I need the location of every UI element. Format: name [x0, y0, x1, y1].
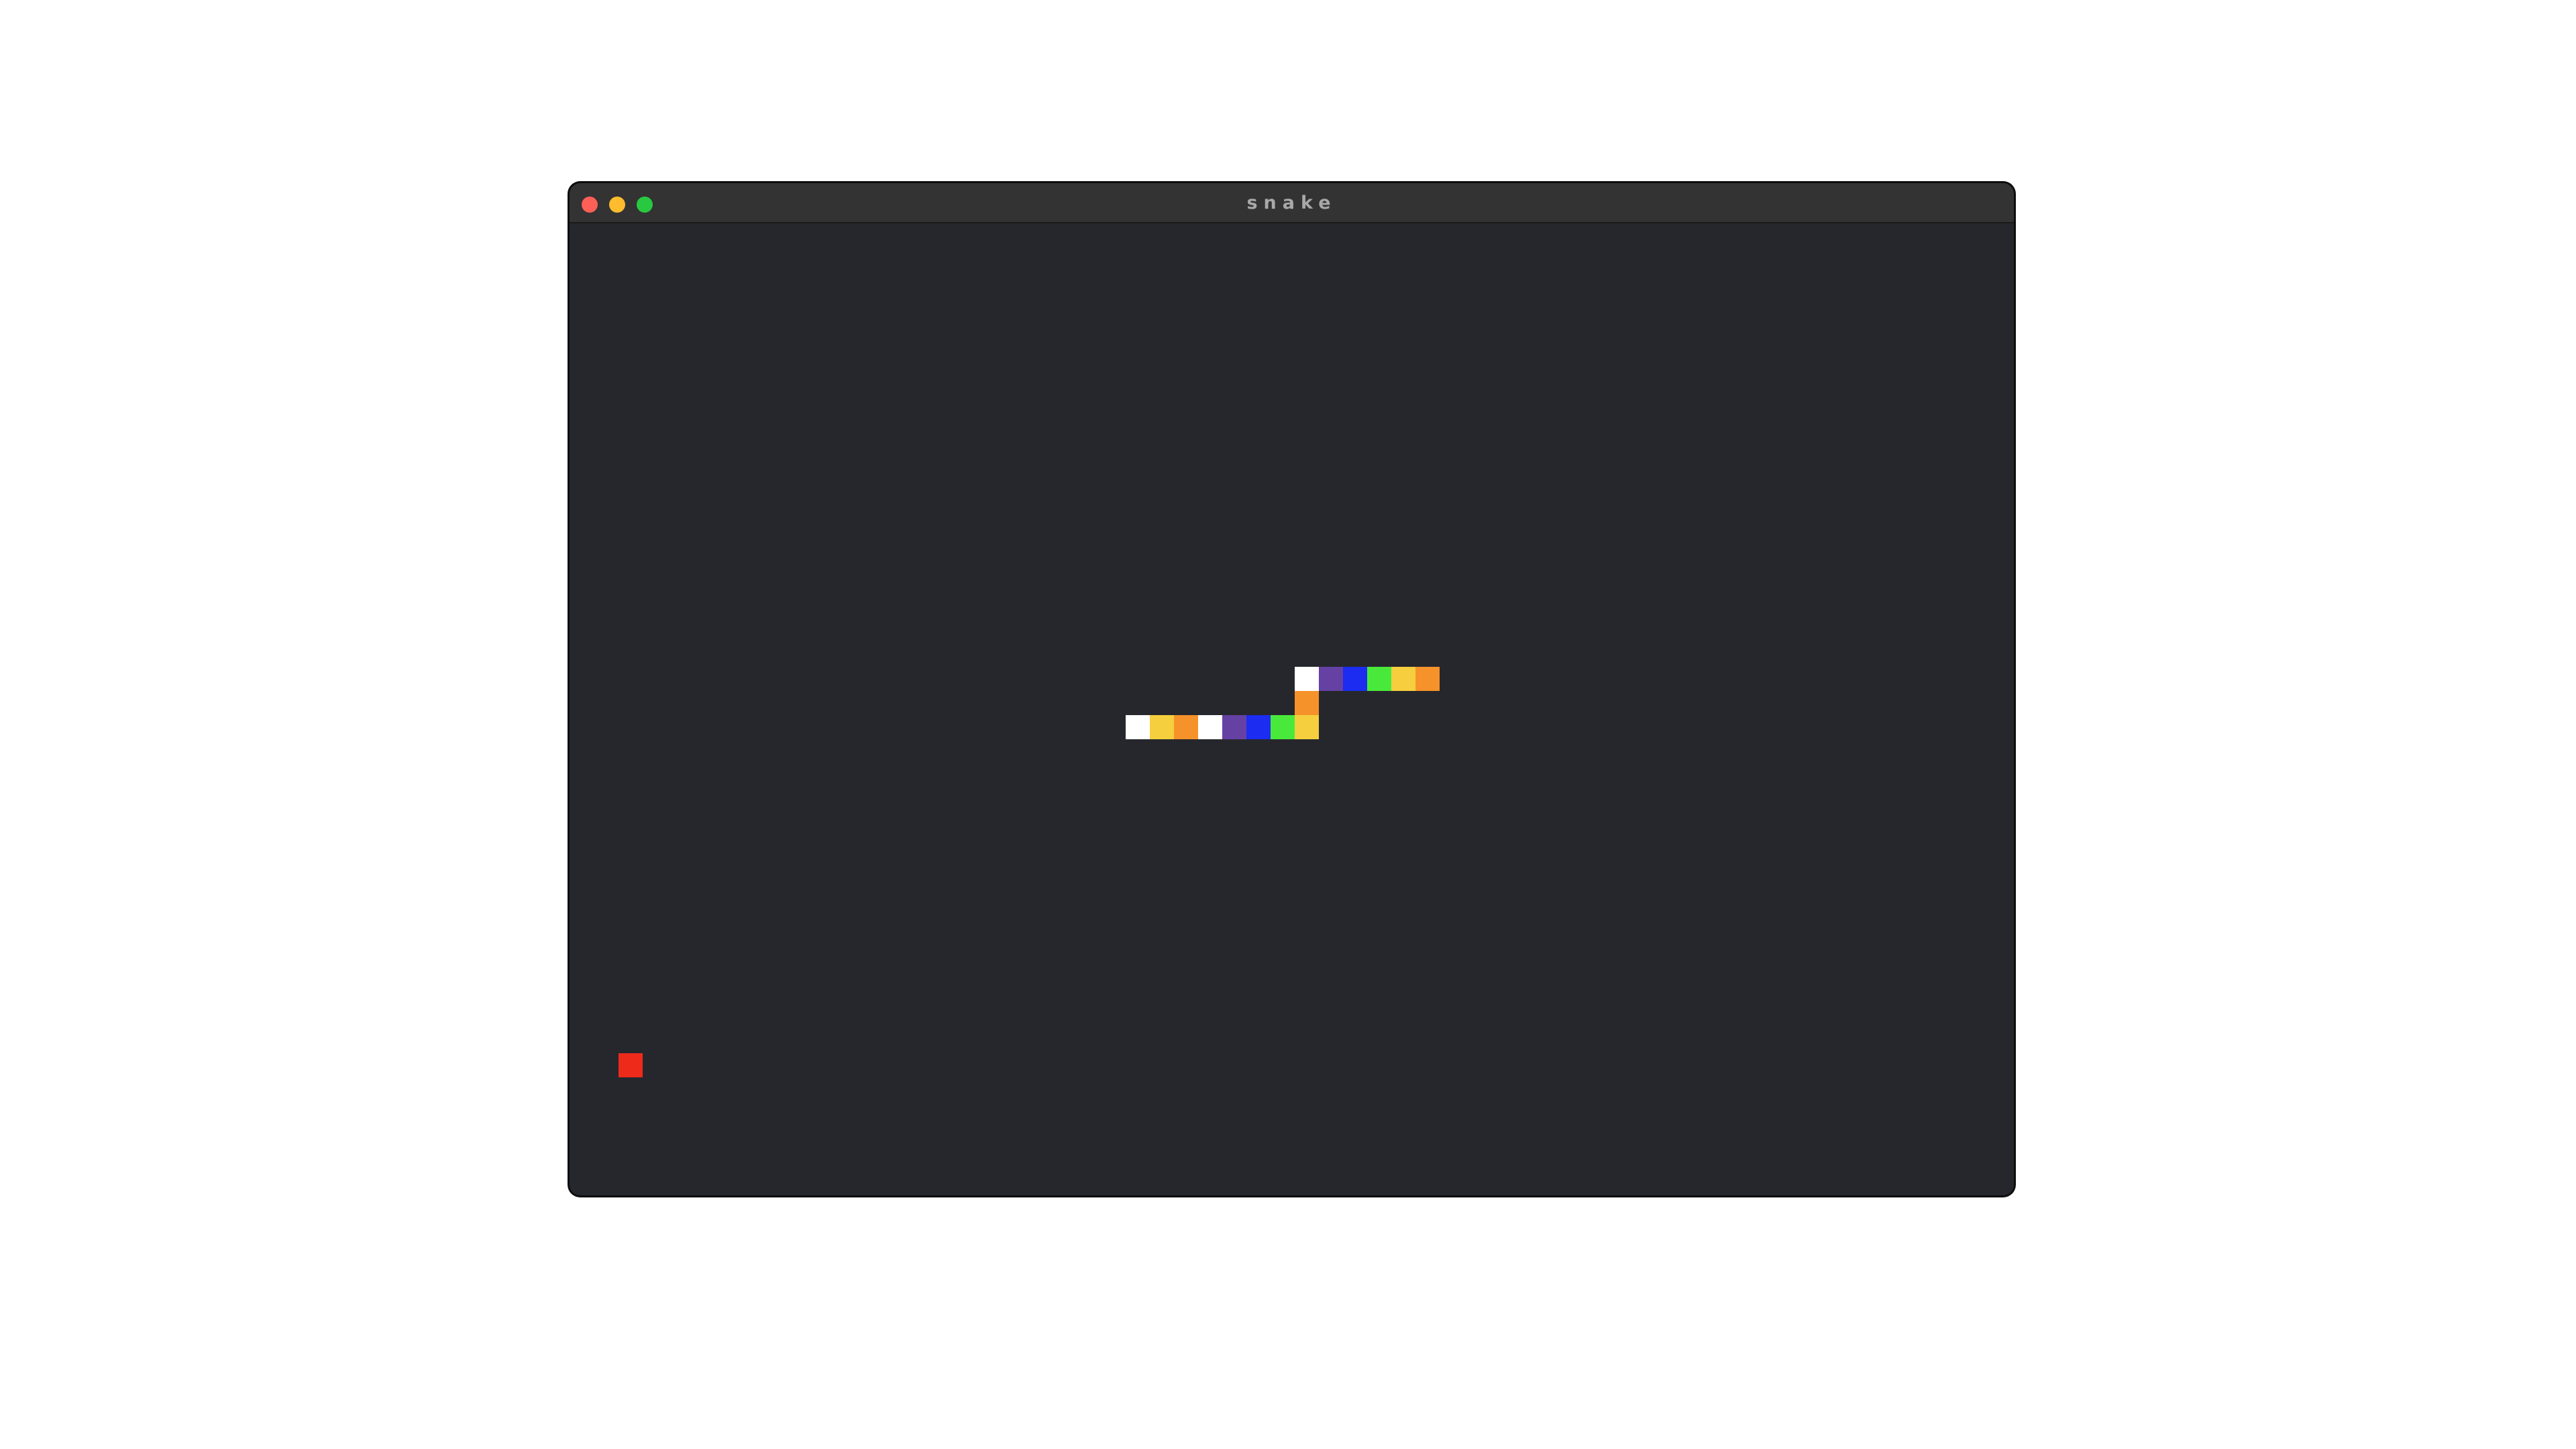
snake-segment: [1319, 667, 1343, 691]
snake-segment: [1295, 715, 1319, 739]
food-pellet: [619, 1053, 643, 1077]
snake-segment: [1295, 691, 1319, 715]
snake-segment: [1222, 715, 1246, 739]
snake-segment: [1246, 715, 1271, 739]
snake-segment: [1343, 667, 1367, 691]
game-window: snake: [570, 183, 2014, 1195]
title-bar[interactable]: snake: [570, 183, 2014, 223]
snake-segment: [1150, 715, 1174, 739]
snake-head: [1415, 667, 1440, 691]
snake-segment: [1271, 715, 1295, 739]
snake-segment: [1391, 667, 1415, 691]
window-title: snake: [1246, 193, 1337, 213]
snake-segment: [1174, 715, 1198, 739]
game-board[interactable]: [570, 223, 2014, 1195]
snake-segment: [1295, 667, 1319, 691]
snake-segment: [1198, 715, 1222, 739]
snake-segment: [1126, 715, 1150, 739]
snake-segment: [1367, 667, 1391, 691]
